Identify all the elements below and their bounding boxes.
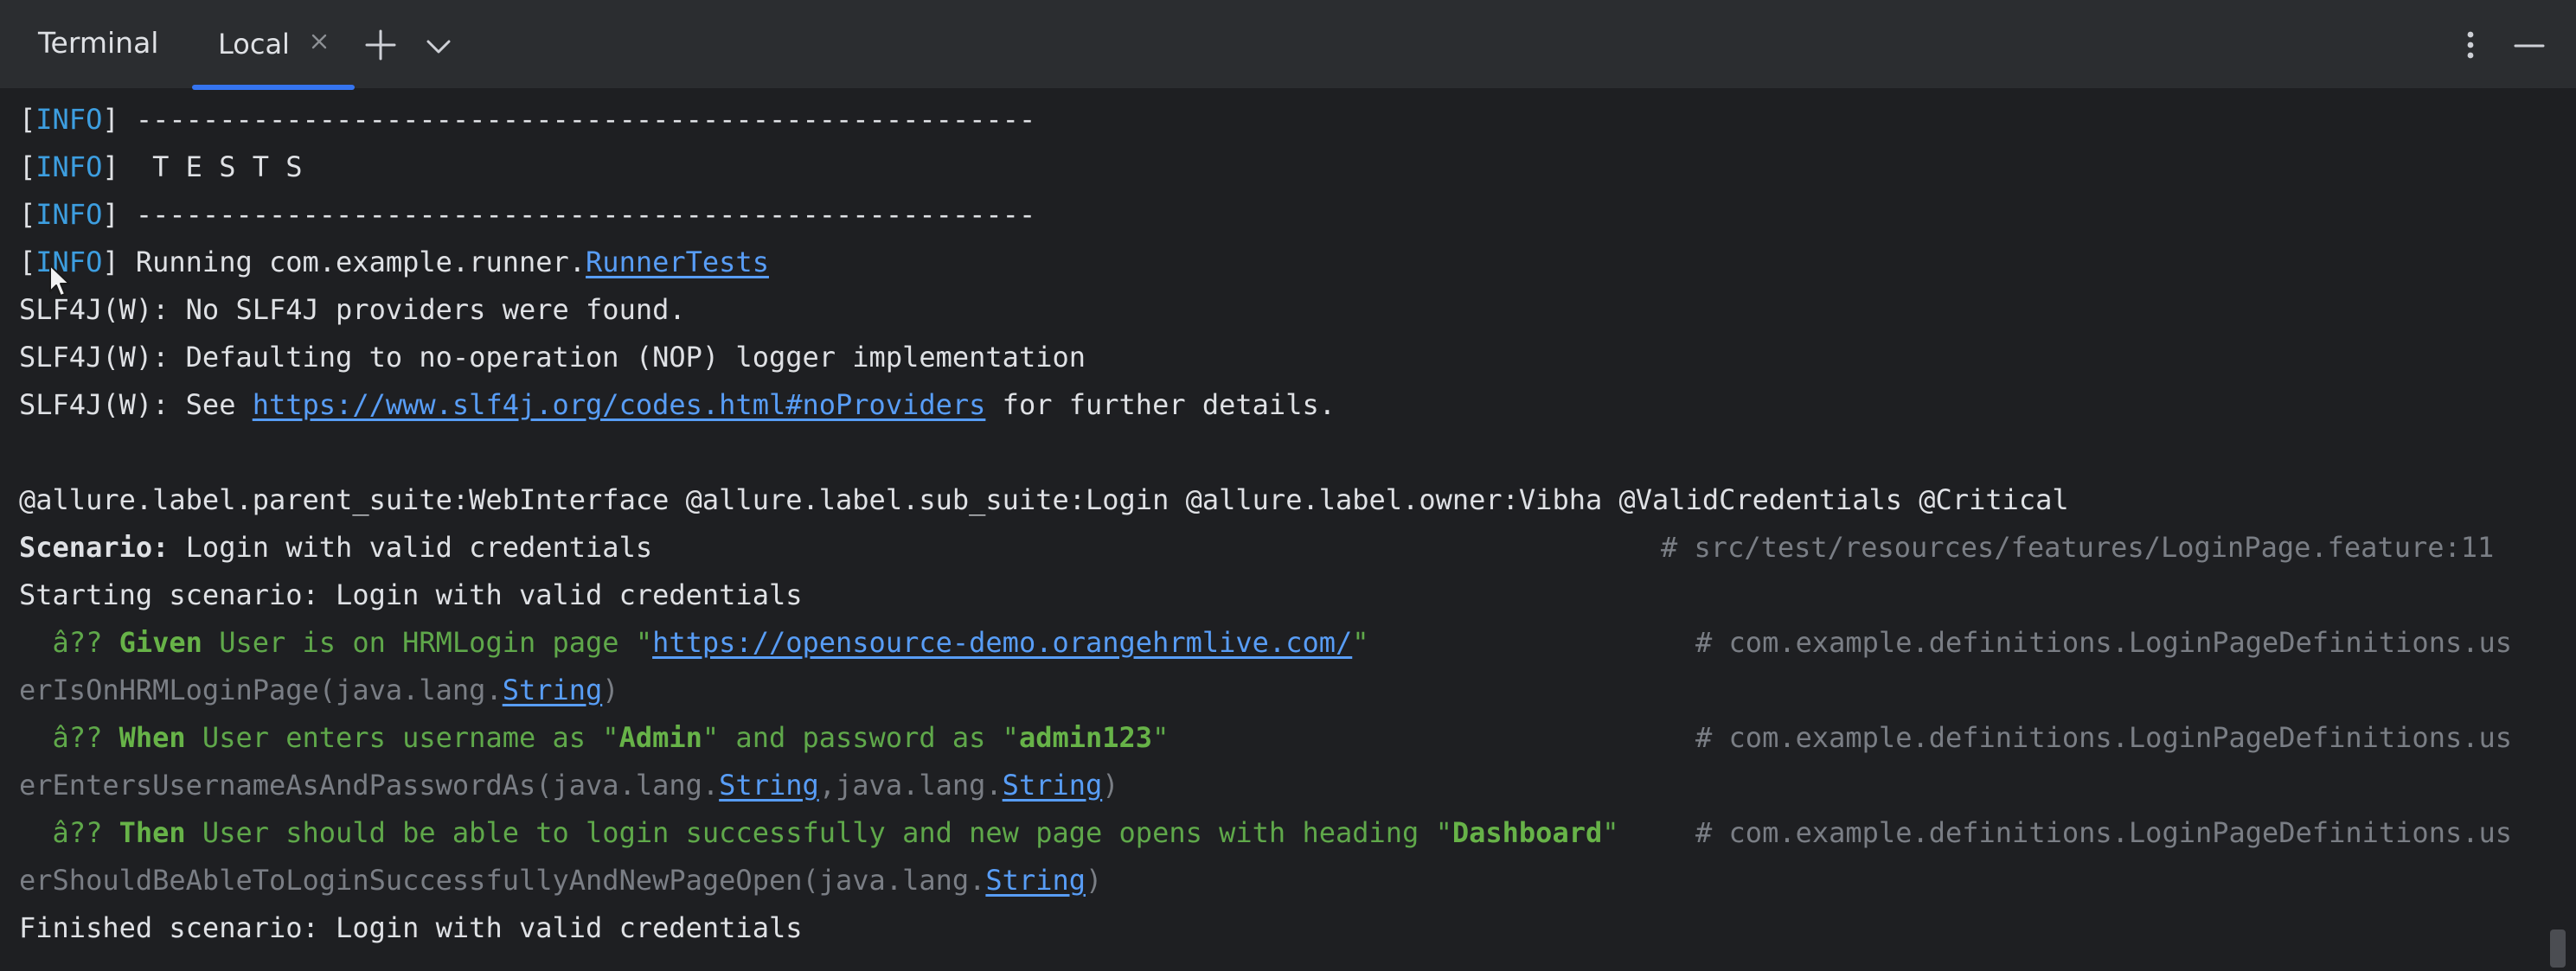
terminal-line: SLF4J(W): No SLF4J providers were found. bbox=[19, 293, 686, 326]
terminal-line: [INFO] Running com.example.runner.Runner… bbox=[19, 246, 769, 278]
url-link[interactable]: https://www.slf4j.org/codes.html#noProvi… bbox=[253, 388, 986, 421]
close-icon[interactable] bbox=[307, 29, 331, 54]
step-definition-comment: # com.example.definitions.LoginPageDefin… bbox=[1695, 816, 2513, 849]
tool-window-title: Terminal bbox=[38, 26, 159, 60]
terminal-line: [INFO] ---------------------------------… bbox=[19, 198, 1036, 231]
options-menu-button[interactable] bbox=[2451, 26, 2489, 64]
terminal-line: Starting scenario: Login with valid cred… bbox=[19, 578, 803, 611]
step-argument: admin123 bbox=[1018, 721, 1153, 754]
terminal-line: Finished scenario: Login with valid cred… bbox=[19, 911, 803, 944]
step-definition-comment: # com.example.definitions.LoginPageDefin… bbox=[1695, 721, 2513, 754]
terminal-line: SLF4J(W): Defaulting to no-operation (NO… bbox=[19, 341, 1086, 374]
minimize-icon bbox=[2510, 26, 2548, 64]
url-link[interactable]: https://opensource-demo.orangehrmlive.co… bbox=[652, 626, 1352, 659]
terminal-line: erShouldBeAbleToLoginSuccessfullyAndNewP… bbox=[19, 864, 1103, 897]
class-link[interactable]: RunnerTests bbox=[586, 246, 769, 278]
tab-label: Local bbox=[218, 28, 290, 61]
log-level: INFO bbox=[35, 150, 103, 183]
tab-local[interactable]: Local bbox=[192, 0, 355, 90]
step-keyword: When bbox=[119, 721, 186, 754]
terminal-line: erEntersUsernameAsAndPasswordAs(java.lan… bbox=[19, 769, 1119, 802]
new-tab-button[interactable] bbox=[362, 26, 400, 64]
terminal-line: â?? Then User should be able to login su… bbox=[19, 809, 2554, 856]
terminal-line: Scenario: Login with valid credentials # … bbox=[19, 524, 2554, 571]
class-link[interactable]: String bbox=[1003, 769, 1103, 802]
terminal-line: â?? Given User is on HRMLogin page "http… bbox=[19, 619, 2554, 666]
class-link[interactable]: String bbox=[719, 769, 819, 802]
log-level: INFO bbox=[35, 198, 103, 231]
mouse-pointer-icon bbox=[48, 264, 74, 298]
terminal-line: erIsOnHRMLoginPage(java.lang.String) bbox=[19, 674, 619, 706]
step-keyword: Then bbox=[119, 816, 186, 849]
tab-options-dropdown[interactable] bbox=[420, 28, 458, 66]
terminal-line: SLF4J(W): See https://www.slf4j.org/code… bbox=[19, 388, 1336, 421]
class-link[interactable]: String bbox=[985, 864, 1086, 897]
scrollbar-thumb[interactable] bbox=[2550, 929, 2566, 968]
log-level: INFO bbox=[35, 103, 103, 136]
scenario-keyword: Scenario: bbox=[19, 531, 170, 564]
tab-selected-indicator bbox=[192, 85, 355, 90]
step-argument: Dashboard bbox=[1451, 816, 1603, 849]
terminal-line: â?? When User enters username as "Admin"… bbox=[19, 714, 2554, 761]
terminal-line: @allure.label.parent_suite:WebInterface … bbox=[19, 483, 2069, 516]
step-argument: Admin bbox=[618, 721, 702, 754]
plus-icon bbox=[362, 26, 400, 64]
source-location-comment: # src/test/resources/features/LoginPage.… bbox=[1661, 531, 2495, 564]
chevron-down-icon bbox=[420, 28, 458, 66]
step-keyword: Given bbox=[119, 626, 202, 659]
terminal-line: [INFO] T E S T S bbox=[19, 150, 303, 183]
class-link[interactable]: String bbox=[503, 674, 603, 706]
step-definition-comment: # com.example.definitions.LoginPageDefin… bbox=[1695, 626, 2513, 659]
minimize-button[interactable] bbox=[2510, 26, 2548, 64]
terminal-line: [INFO] ---------------------------------… bbox=[19, 103, 1036, 136]
tool-window-header: Terminal Local bbox=[0, 0, 2576, 90]
terminal-output[interactable]: [INFO] ---------------------------------… bbox=[0, 92, 2560, 971]
more-vertical-icon bbox=[2451, 26, 2489, 64]
